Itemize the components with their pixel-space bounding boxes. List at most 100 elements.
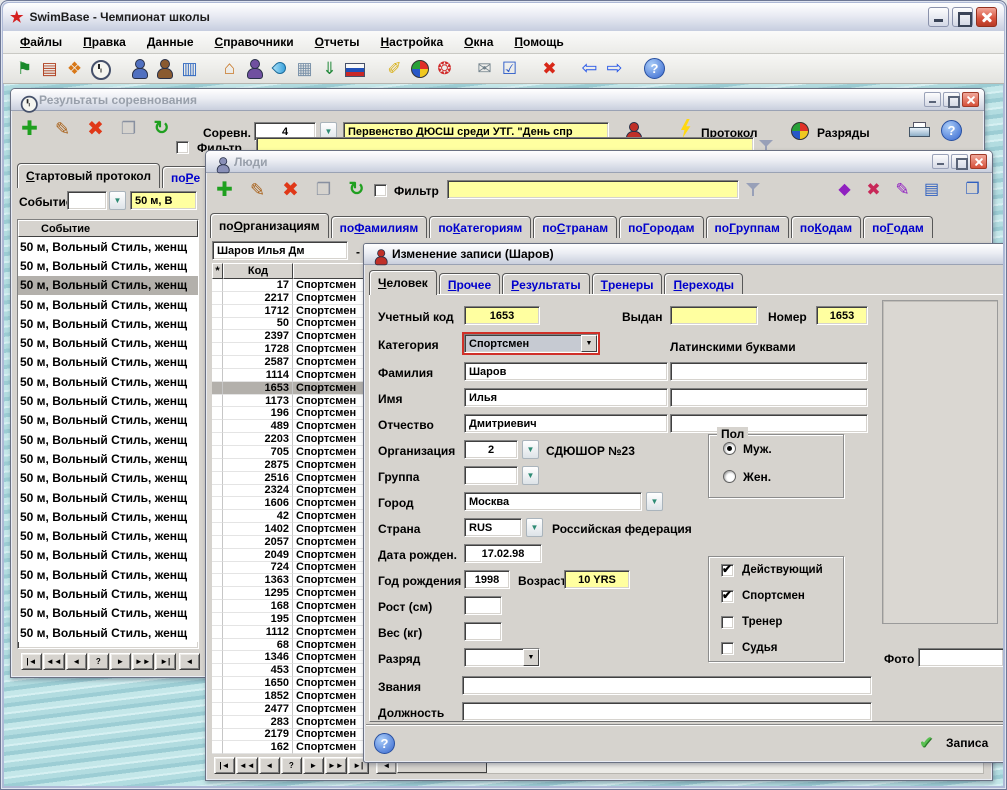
water-drop-icon[interactable] <box>267 56 292 81</box>
nav-button[interactable]: ►► <box>325 757 347 774</box>
calendar-icon[interactable]: ▤ <box>37 56 62 81</box>
country-dropdown-button[interactable]: ▼ <box>526 518 543 537</box>
menu-item[interactable]: Отчеты <box>315 35 360 49</box>
surname-field[interactable]: Шаров <box>464 362 668 381</box>
people-tab[interactable]: по Странам <box>533 216 617 238</box>
nav-button[interactable]: ► <box>303 757 324 774</box>
menu-item[interactable]: Справочники <box>215 35 294 49</box>
search-input[interactable]: Шаров Илья Дм <box>212 241 348 260</box>
nav-button[interactable]: |◄ <box>214 757 235 774</box>
event-row[interactable]: 50 м, Вольный Стиль, женщ <box>18 430 198 449</box>
people-tab[interactable]: по Группам <box>706 216 789 238</box>
photo-field[interactable] <box>918 648 1003 667</box>
people-filter-field[interactable] <box>447 180 739 199</box>
edit-button[interactable]: ✎ <box>50 116 75 141</box>
checkbox[interactable] <box>721 590 734 603</box>
checkbox[interactable] <box>721 564 734 577</box>
filter-edit-icon[interactable]: ✎ <box>890 177 915 202</box>
copy-button[interactable]: ❐ <box>116 116 141 141</box>
flag-option[interactable]: Тренер <box>721 616 843 635</box>
nav-button[interactable]: ◄ <box>259 757 280 774</box>
group-dropdown-button[interactable]: ▼ <box>522 466 539 485</box>
dialog-tab[interactable]: Результаты <box>502 273 590 295</box>
nav-button[interactable]: ► <box>110 653 131 670</box>
people-icon[interactable] <box>242 56 267 81</box>
help-icon[interactable] <box>642 56 667 81</box>
patronymic-latin-field[interactable] <box>670 414 868 433</box>
clock-icon[interactable] <box>87 56 112 81</box>
results-close-button[interactable] <box>962 92 979 107</box>
results-help-icon[interactable] <box>939 118 964 143</box>
delete-icon[interactable]: ✖ <box>537 56 562 81</box>
pie-chart-icon[interactable] <box>407 56 432 81</box>
checkbox[interactable] <box>721 642 734 655</box>
nav-button[interactable]: ? <box>281 757 302 774</box>
events-list-header[interactable]: Событие <box>18 220 198 237</box>
nav-button[interactable]: ◄◄ <box>43 653 65 670</box>
flag-option[interactable]: Спортсмен <box>721 590 843 609</box>
event-row[interactable]: 50 м, Вольный Стиль, женщ <box>18 623 198 642</box>
age-field[interactable]: 10 YRS <box>564 570 630 589</box>
category-dropdown-button[interactable]: ▼ <box>581 335 597 352</box>
nav-button[interactable]: ◄ <box>66 653 87 670</box>
nav-button[interactable]: ►| <box>155 653 176 670</box>
people-tab[interactable]: по Организациям <box>210 213 329 238</box>
add-button[interactable]: ✚ <box>212 177 237 202</box>
people-funnel-icon[interactable] <box>746 182 761 197</box>
dialog-help-icon[interactable] <box>372 731 397 756</box>
name-latin-field[interactable] <box>670 388 868 407</box>
person-icon[interactable] <box>127 56 152 81</box>
results-maximize-button[interactable] <box>943 92 960 107</box>
city-field[interactable]: Москва <box>464 492 642 511</box>
print-icon[interactable] <box>909 122 929 139</box>
nav-button[interactable]: ? <box>88 653 109 670</box>
maximize-button[interactable] <box>952 7 973 27</box>
pool-icon[interactable]: ▦ <box>292 56 317 81</box>
city-dropdown-button[interactable]: ▼ <box>646 492 663 511</box>
country-field[interactable]: RUS <box>464 518 522 537</box>
people-tab[interactable]: по Городам <box>619 216 703 238</box>
menu-item[interactable]: Окна <box>464 35 493 49</box>
dialog-tab[interactable]: Человек <box>369 270 437 295</box>
dialog-tab[interactable]: Прочее <box>439 273 500 295</box>
menu-item[interactable]: Помощь <box>514 35 563 49</box>
surname-latin-field[interactable] <box>670 362 868 381</box>
back-icon[interactable]: ⇦ <box>577 56 602 81</box>
menu-item[interactable]: Настройка <box>381 35 444 49</box>
minimize-button[interactable] <box>928 7 949 27</box>
refresh-button[interactable]: ↻ <box>149 116 174 141</box>
medal-icon[interactable]: ❂ <box>432 56 457 81</box>
nav-button[interactable]: |◄ <box>21 653 42 670</box>
col-star[interactable]: * <box>212 263 223 279</box>
event-row[interactable]: 50 м, Вольный Стиль, женщ <box>18 488 198 507</box>
people-close-button[interactable] <box>970 154 987 169</box>
event-row[interactable]: 50 м, Вольный Стиль, женщ <box>18 276 198 295</box>
structure-icon[interactable]: ❖ <box>62 56 87 81</box>
delete-button[interactable]: ✖ <box>278 177 303 202</box>
results-tab[interactable]: Стартовый протокол <box>17 163 160 188</box>
delete-button[interactable]: ✖ <box>83 116 108 141</box>
sex-option[interactable]: Жен. <box>723 469 843 491</box>
event-row[interactable]: 50 м, Вольный Стиль, женщ <box>18 507 198 526</box>
lightning-icon[interactable] <box>679 119 692 138</box>
people-tab[interactable]: по Фамилиям <box>331 216 428 238</box>
event-dropdown-button[interactable]: ▼ <box>109 191 126 210</box>
refresh-button[interactable]: ↻ <box>344 177 369 202</box>
birthdate-field[interactable]: 17.02.98 <box>464 544 542 563</box>
person-card-icon[interactable] <box>152 56 177 81</box>
name-field[interactable]: Илья <box>464 388 668 407</box>
people-tab[interactable]: по Кодам <box>791 216 861 238</box>
flag-option[interactable]: Действующий <box>721 564 843 583</box>
sex-option[interactable]: Муж. <box>723 441 843 463</box>
card-file-icon[interactable]: ❐ <box>960 177 985 202</box>
org-field[interactable]: 2 <box>464 440 518 459</box>
copy-button[interactable]: ❐ <box>311 177 336 202</box>
edit-button[interactable]: ✎ <box>245 177 270 202</box>
close-button[interactable] <box>976 7 997 27</box>
forward-icon[interactable]: ⇨ <box>602 56 627 81</box>
rank-dropdown-button[interactable]: ▼ <box>523 649 539 666</box>
ruler-icon[interactable]: ✐ <box>382 56 407 81</box>
events-hscroll-left[interactable]: ◄ <box>179 653 200 670</box>
nav-button[interactable]: ►► <box>132 653 154 670</box>
event-row[interactable]: 50 м, Вольный Стиль, женщ <box>18 604 198 623</box>
